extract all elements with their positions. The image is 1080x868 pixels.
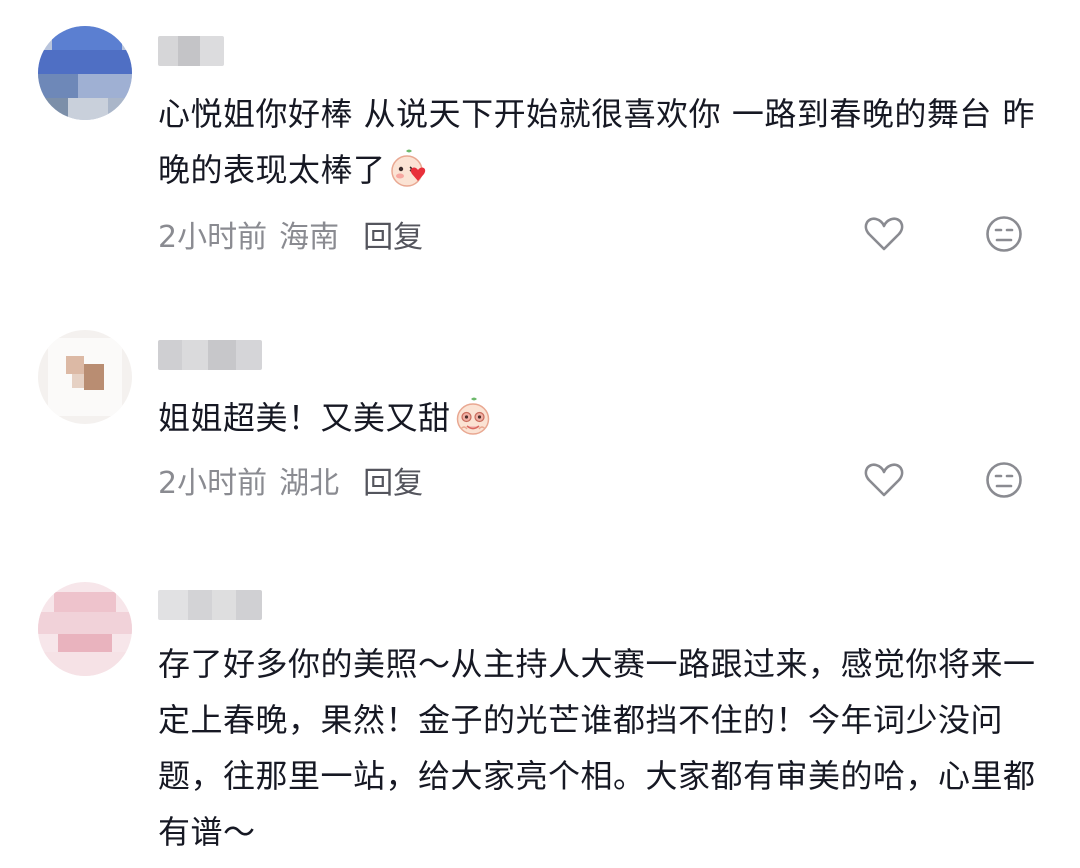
starry-eyes-emoji-icon bbox=[453, 396, 493, 453]
comment-text: 心悦姐你好棒 从说天下开始就很喜欢你 一路到春晚的舞台 昨晚的表现太棒了 bbox=[158, 86, 1048, 205]
comment-meta: 2小时前 海南 回复 bbox=[158, 212, 423, 256]
username-blurred[interactable] bbox=[158, 340, 262, 370]
avatar[interactable] bbox=[38, 26, 132, 120]
avatar[interactable] bbox=[38, 330, 132, 424]
comment-time: 2小时前 bbox=[158, 220, 268, 255]
comment-location: 湖北 bbox=[279, 466, 340, 501]
comment-item: 姐姐超美！又美又甜 2小时前 湖北 回复 bbox=[0, 300, 1080, 550]
neutral-face-icon[interactable] bbox=[982, 212, 1026, 256]
username-blurred[interactable] bbox=[158, 36, 224, 66]
heart-outline-icon[interactable] bbox=[862, 458, 906, 502]
reply-button[interactable]: 回复 bbox=[363, 458, 423, 502]
comment-location: 海南 bbox=[279, 220, 340, 255]
reply-button[interactable]: 回复 bbox=[363, 212, 423, 256]
heart-outline-icon[interactable] bbox=[862, 212, 906, 256]
comment-meta: 2小时前 湖北 回复 bbox=[158, 458, 423, 502]
neutral-face-icon[interactable] bbox=[982, 458, 1026, 502]
username-blurred[interactable] bbox=[158, 590, 262, 620]
avatar[interactable] bbox=[38, 582, 132, 676]
comment-item: 存了好多你的美照～从主持人大赛一路跟过来，感觉你将来一定上春晚，果然！金子的光芒… bbox=[0, 560, 1080, 868]
comment-text: 姐姐超美！又美又甜 bbox=[158, 390, 1048, 453]
kiss-heart-emoji-icon bbox=[388, 148, 430, 205]
comment-text: 存了好多你的美照～从主持人大赛一路跟过来，感觉你将来一定上春晚，果然！金子的光芒… bbox=[158, 645, 1036, 851]
comment-time: 2小时前 bbox=[158, 466, 268, 501]
comment-item: 心悦姐你好棒 从说天下开始就很喜欢你 一路到春晚的舞台 昨晚的表现太棒了 2小时… bbox=[0, 0, 1080, 290]
